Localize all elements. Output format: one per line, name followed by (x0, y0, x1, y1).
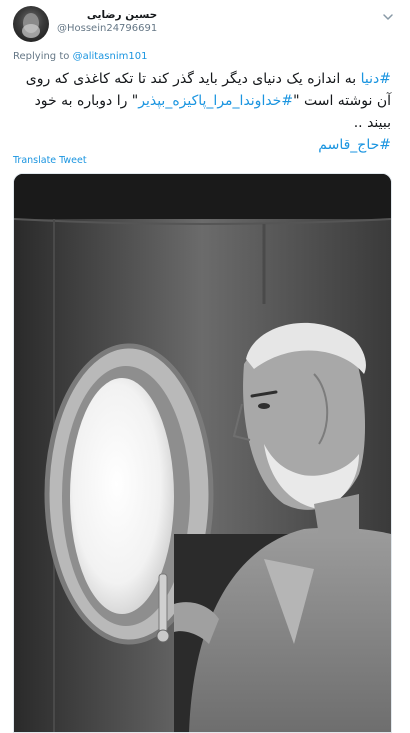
replying-mention-link[interactable]: @alitasnim101 (73, 51, 148, 62)
tweet-media-photo[interactable] (13, 173, 392, 733)
hashtag-link[interactable]: #دنیا (361, 71, 391, 87)
hashtag-link[interactable]: #حاج_قاسم (318, 137, 391, 153)
photo-illustration (14, 174, 391, 732)
author-block[interactable]: حسین رضایی @Hossein24796691 (57, 9, 157, 36)
translate-tweet-link[interactable]: Translate Tweet (13, 155, 87, 166)
author-handle[interactable]: @Hossein24796691 (57, 22, 157, 36)
chevron-down-icon[interactable] (381, 10, 395, 24)
replying-prefix: Replying to (13, 51, 70, 62)
hashtag-link[interactable]: #خداوندا_مرا_پاکیزه_بپذیر (138, 93, 293, 109)
author-display-name[interactable]: حسین رضایی (57, 9, 157, 22)
tweet-header: حسین رضایی @Hossein24796691 (13, 6, 397, 44)
avatar[interactable] (13, 6, 49, 42)
tweet-text: #دنیا به اندازه یک دنیای دیگر باید گذر ک… (13, 68, 391, 156)
replying-to: Replying to @alitasnim101 (13, 51, 147, 62)
